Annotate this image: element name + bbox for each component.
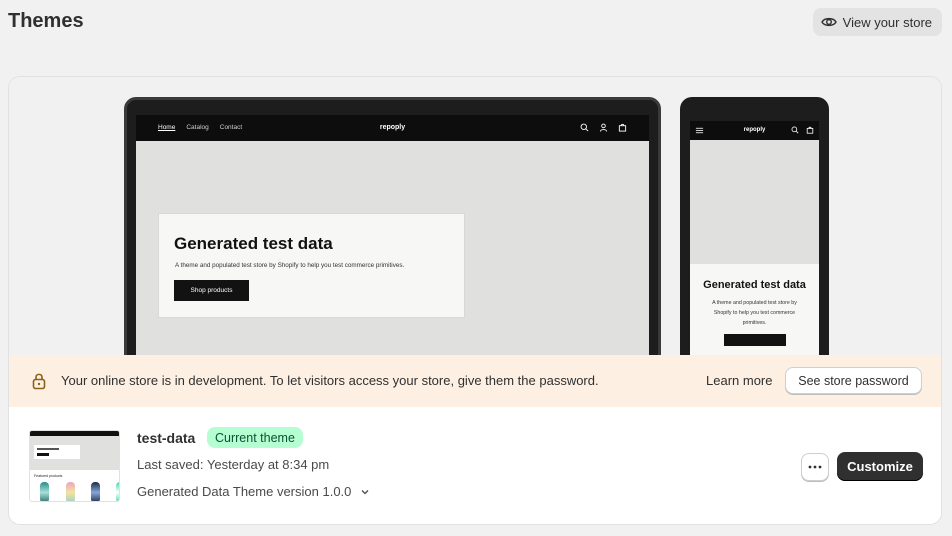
search-icon xyxy=(580,123,589,132)
desktop-preview-frame: Home Catalog Contact repoply Generated t… xyxy=(124,97,661,355)
learn-more-link[interactable]: Learn more xyxy=(706,373,772,388)
customize-button[interactable]: Customize xyxy=(837,452,923,481)
current-theme-row: Featured products test-data Current them… xyxy=(9,407,941,524)
theme-thumbnail: Featured products xyxy=(29,430,120,502)
theme-version-label: Generated Data Theme version 1.0.0 xyxy=(137,484,352,499)
cart-icon xyxy=(806,126,814,134)
cart-icon xyxy=(618,123,627,132)
preview-hero-description: A theme and populated test store by Shop… xyxy=(175,262,405,269)
view-store-label: View your store xyxy=(842,14,932,30)
preview-hero-title: Generated test data xyxy=(174,234,333,253)
mobile-preview-hero: Generated test data A theme and populate… xyxy=(690,264,819,355)
mobile-preview-frame: repoply Generated test data A theme and … xyxy=(680,97,829,355)
preview-shop-button: Shop products xyxy=(174,280,249,301)
last-saved-text: Last saved: Yesterday at 8:34 pm xyxy=(137,457,330,472)
chevron-down-icon xyxy=(361,489,369,494)
more-actions-button[interactable] xyxy=(801,453,829,481)
theme-preview: Home Catalog Contact repoply Generated t… xyxy=(9,77,941,355)
preview-hero-box: Generated test data A theme and populate… xyxy=(158,213,465,318)
ellipsis-icon xyxy=(808,465,822,469)
see-store-password-button[interactable]: See store password xyxy=(785,367,922,394)
banner-message: Your online store is in development. To … xyxy=(61,373,599,388)
lock-icon xyxy=(32,373,46,390)
development-banner: Your online store is in development. To … xyxy=(9,355,941,407)
page-title: Themes xyxy=(8,10,84,32)
theme-name: test-data xyxy=(137,430,196,446)
eye-icon xyxy=(820,17,837,27)
mobile-preview-screen: repoply Generated test data A theme and … xyxy=(690,121,819,355)
view-store-button[interactable]: View your store xyxy=(812,8,942,36)
mobile-preview-nav: repoply xyxy=(690,121,819,140)
mobile-hero-description: A theme and populated test store by Shop… xyxy=(712,300,797,326)
mobile-shop-button xyxy=(723,334,786,346)
theme-card: Home Catalog Contact repoply Generated t… xyxy=(8,76,942,525)
thumbnail-section-label: Featured products xyxy=(34,474,63,478)
theme-version-dropdown[interactable]: Generated Data Theme version 1.0.0 xyxy=(137,484,370,499)
desktop-preview-screen: Home Catalog Contact repoply Generated t… xyxy=(136,115,649,355)
preview-nav: Home Catalog Contact repoply xyxy=(136,115,649,141)
preview-brand: repoply xyxy=(379,124,406,131)
account-icon xyxy=(599,123,608,132)
search-icon xyxy=(791,126,799,134)
current-theme-badge: Current theme xyxy=(207,427,303,448)
mobile-hero-title: Generated test data xyxy=(703,279,806,291)
